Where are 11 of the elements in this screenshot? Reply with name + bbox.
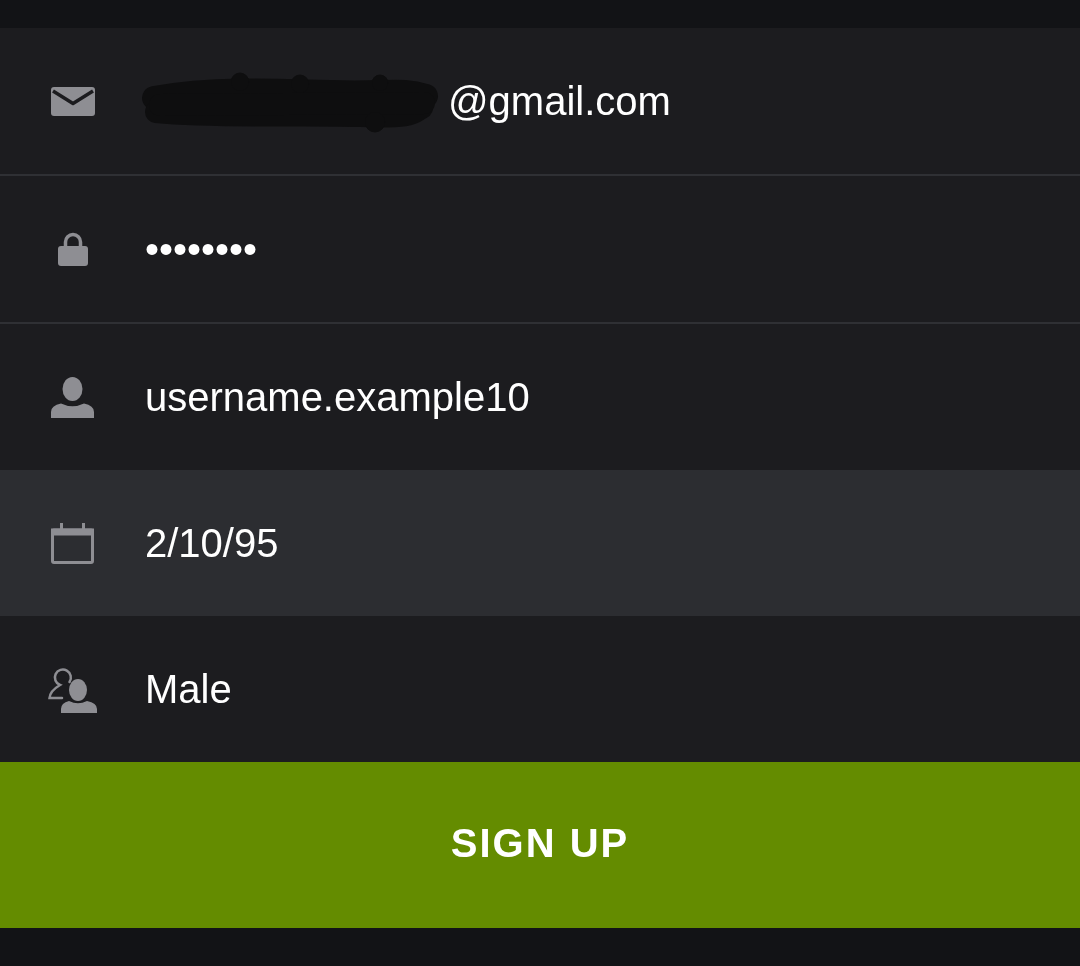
padlock-icon (57, 232, 88, 266)
person-icon (51, 376, 94, 418)
password-field[interactable]: •••••••• (0, 176, 1080, 322)
envelope-icon (50, 86, 95, 116)
gender-field[interactable]: Male (0, 616, 1080, 762)
email-field[interactable]: @gmail.com (0, 28, 1080, 174)
two-people-icon (48, 665, 97, 713)
calendar-icon (51, 522, 94, 564)
username-field[interactable]: username.example10 (0, 324, 1080, 470)
sign-up-button[interactable]: SIGN UP (0, 762, 1080, 928)
birthdate-field[interactable]: 2/10/95 (0, 470, 1080, 616)
